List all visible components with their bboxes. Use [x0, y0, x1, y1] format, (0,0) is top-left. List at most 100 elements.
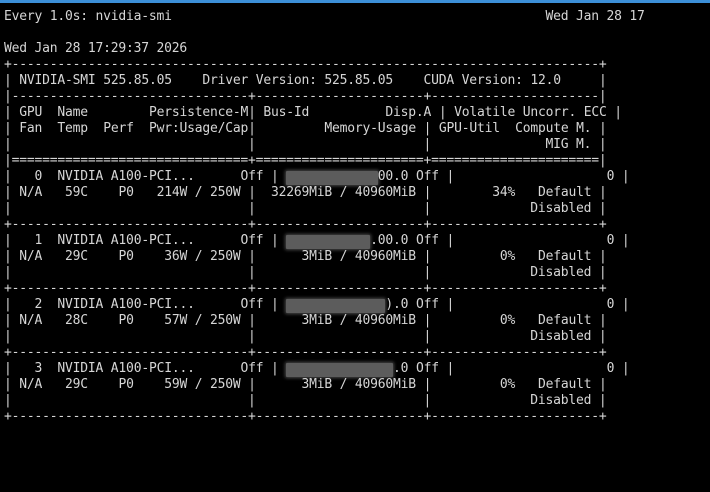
col-persistence: Persistence-M — [148, 105, 249, 120]
gpu-temperature: 28C — [65, 313, 88, 328]
watch-header: Every 1.0s: nvidia-smi Wed Jan 28 17 — [4, 9, 645, 25]
mig-mode: Disabled — [530, 393, 592, 408]
fan-speed: N/A — [19, 185, 43, 200]
timestamp: Wed Jan 28 17:29:37 2026 — [4, 41, 188, 56]
col-pwr-usage-cap: Pwr:Usage/Cap — [148, 121, 249, 136]
col-disp: Disp.A — [385, 105, 432, 120]
bus-id-visible: 00.0 — [377, 169, 409, 184]
col-bus-id: Bus-Id — [263, 105, 310, 120]
table-separator: +-------------------------------+-------… — [4, 345, 607, 360]
mig-mode: Disabled — [530, 265, 592, 280]
power-usage: 59W / 250W — [164, 377, 241, 392]
gpu-temperature: 59C — [65, 185, 88, 200]
gpu-utilization: 0% — [499, 377, 516, 392]
memory-usage: 32269MiB / 40960MiB — [271, 185, 416, 200]
gpu-row-mig: | | | Disabled | — [4, 329, 607, 344]
gpu-row-stats: | N/A 29C P0 59W / 250W | 3MiB / 40960Mi… — [4, 377, 607, 392]
gpu-index: 2 — [34, 297, 43, 312]
gpu-row-main: | 3 NVIDIA A100-PCI... Off | ...........… — [4, 361, 630, 377]
table-separator: +-------------------------------+-------… — [4, 281, 607, 296]
gpu-row-main: | 1 NVIDIA A100-PCI... Off | ...........… — [4, 233, 630, 249]
display-active: Off — [415, 169, 439, 184]
gpu-row-mig: | | | Disabled | — [4, 393, 607, 408]
ecc-errors: 0 — [606, 233, 615, 248]
terminal-output[interactable]: Every 1.0s: nvidia-smi Wed Jan 28 17 Wed … — [4, 9, 645, 425]
bus-id-visible: ).0 — [385, 297, 409, 312]
table-border-top: +---------------------------------------… — [4, 57, 607, 72]
persistence-mode: Off — [240, 233, 264, 248]
col-gpu: GPU — [19, 105, 43, 120]
bus-id-redaction: ............. — [286, 299, 386, 313]
memory-usage: 3MiB / 40960MiB — [301, 313, 417, 328]
table-separator: +-------------------------------+-------… — [4, 409, 607, 424]
ecc-errors: 0 — [606, 297, 615, 312]
driver-label: Driver Version: — [202, 73, 317, 88]
window-top-accent — [0, 0, 710, 3]
col-temp: Temp — [57, 121, 88, 136]
compute-mode: Default — [538, 377, 592, 392]
bus-id-visible: .00.0 — [370, 233, 409, 248]
table-separator: |-------------------------------+-------… — [4, 89, 607, 104]
smi-label: NVIDIA-SMI — [19, 73, 96, 88]
watch-command: Every 1.0s: nvidia-smi — [4, 9, 172, 24]
power-usage: 57W / 250W — [164, 313, 241, 328]
gpu-row-stats: | N/A 28C P0 57W / 250W | 3MiB / 40960Mi… — [4, 313, 607, 328]
cuda-label: CUDA Version: — [423, 73, 523, 88]
perf-state: P0 — [118, 313, 134, 328]
compute-mode: Default — [538, 313, 592, 328]
gpu-row-mig: | | | Disabled | — [4, 265, 607, 280]
perf-state: P0 — [118, 185, 134, 200]
gpu-utilization: 34% — [492, 185, 516, 200]
fan-speed: N/A — [19, 249, 43, 264]
compute-mode: Default — [538, 249, 592, 264]
power-usage: 214W / 250W — [156, 185, 241, 200]
ecc-errors: 0 — [606, 169, 615, 184]
display-active: Off — [415, 297, 439, 312]
fan-speed: N/A — [19, 313, 43, 328]
col-memory-usage: Memory-Usage — [324, 121, 416, 136]
col-gpu-util: GPU-Util — [438, 121, 500, 136]
gpu-row-main: | 2 NVIDIA A100-PCI... Off | ...........… — [4, 297, 630, 313]
smi-version: 525.85.05 — [103, 73, 172, 88]
gpu-temperature: 29C — [65, 377, 88, 392]
version-line: | NVIDIA-SMI 525.85.05 Driver Version: 5… — [4, 73, 607, 88]
col-fan: Fan — [19, 121, 43, 136]
mig-mode: Disabled — [530, 329, 592, 344]
gpu-utilization: 0% — [499, 249, 516, 264]
column-header-row-2: | Fan Temp Perf Pwr:Usage/Cap| Memory-Us… — [4, 121, 607, 136]
compute-mode: Default — [538, 185, 592, 200]
power-usage: 36W / 250W — [164, 249, 241, 264]
col-volatile-ecc: Volatile Uncorr. ECC — [454, 105, 607, 120]
bus-id-redaction: .............. — [286, 363, 394, 377]
col-compute-mode: Compute M. — [515, 121, 592, 136]
bus-id-redaction: ............ — [286, 171, 378, 185]
persistence-mode: Off — [240, 297, 264, 312]
cuda-version: 12.0 — [530, 73, 561, 88]
timestamp-line: Wed Jan 28 17:29:37 2026 — [4, 41, 645, 57]
mig-mode: Disabled — [530, 201, 592, 216]
memory-usage: 3MiB / 40960MiB — [301, 377, 417, 392]
display-active: Off — [415, 361, 439, 376]
persistence-mode: Off — [240, 361, 264, 376]
perf-state: P0 — [118, 249, 134, 264]
bus-id-visible: .0 — [393, 361, 409, 376]
col-perf: Perf — [103, 121, 134, 136]
ecc-errors: 0 — [606, 361, 615, 376]
column-header-row-1: | GPU Name Persistence-M| Bus-Id Disp.A … — [4, 105, 622, 120]
table-separator-double: |===============================+=======… — [4, 153, 607, 168]
gpu-utilization: 0% — [499, 313, 516, 328]
gpu-row-mig: | | | Disabled | — [4, 201, 607, 216]
fan-speed: N/A — [19, 377, 43, 392]
gpu-row-stats: | N/A 29C P0 36W / 250W | 3MiB / 40960Mi… — [4, 249, 607, 264]
gpu-row-stats: | N/A 59C P0 214W / 250W | 32269MiB / 40… — [4, 185, 607, 200]
col-name: Name — [57, 105, 88, 120]
table-separator: +-------------------------------+-------… — [4, 217, 607, 232]
memory-usage: 3MiB / 40960MiB — [301, 249, 417, 264]
gpu-row-main: | 0 NVIDIA A100-PCI... Off | ...........… — [4, 169, 630, 185]
persistence-mode: Off — [240, 169, 264, 184]
perf-state: P0 — [118, 377, 134, 392]
gpu-temperature: 29C — [65, 249, 88, 264]
gpu-index: 1 — [34, 233, 43, 248]
gpu-name: NVIDIA A100-PCI... — [57, 361, 195, 376]
